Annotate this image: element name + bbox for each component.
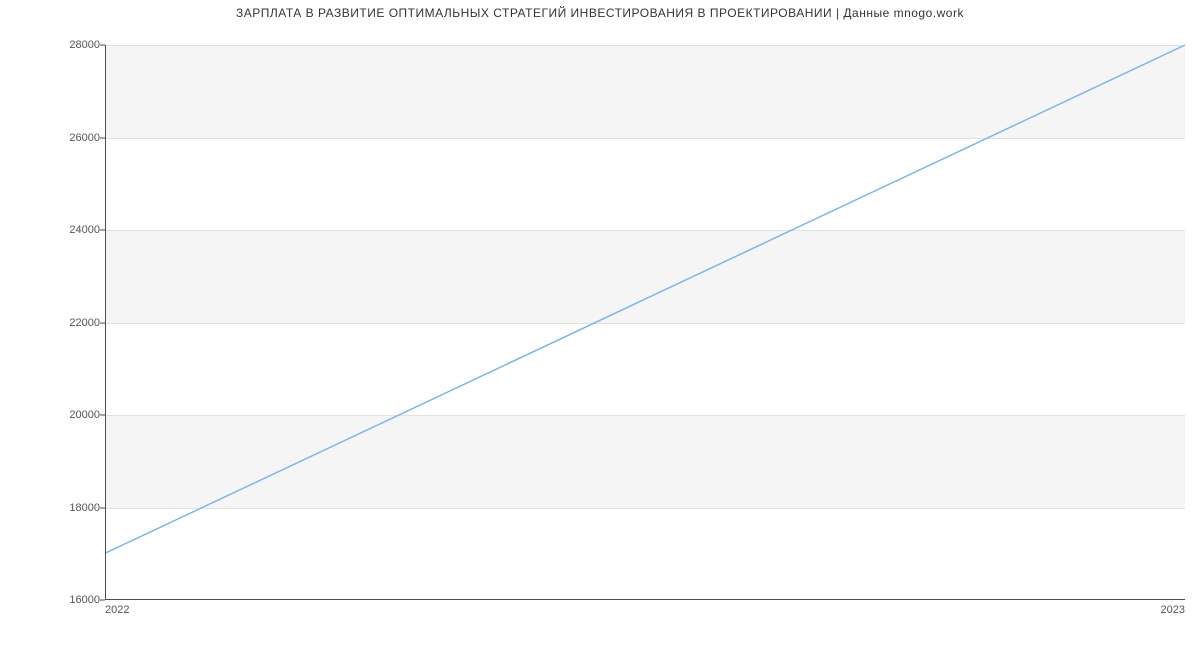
- x-tick-label: 2023: [1161, 604, 1185, 616]
- y-tick-label: 22000: [40, 317, 100, 329]
- y-tick-label: 16000: [40, 594, 100, 606]
- x-tick-label: 2022: [105, 604, 129, 616]
- chart-title: ЗАРПЛАТА В РАЗВИТИЕ ОПТИМАЛЬНЫХ СТРАТЕГИ…: [0, 6, 1200, 20]
- y-tick-label: 20000: [40, 409, 100, 421]
- plot-area: [105, 45, 1185, 600]
- y-tick-label: 24000: [40, 224, 100, 236]
- y-tick-label: 26000: [40, 132, 100, 144]
- y-tick-label: 28000: [40, 39, 100, 51]
- y-tick-label: 18000: [40, 502, 100, 514]
- chart-container: ЗАРПЛАТА В РАЗВИТИЕ ОПТИМАЛЬНЫХ СТРАТЕГИ…: [0, 0, 1200, 650]
- data-line: [106, 45, 1185, 599]
